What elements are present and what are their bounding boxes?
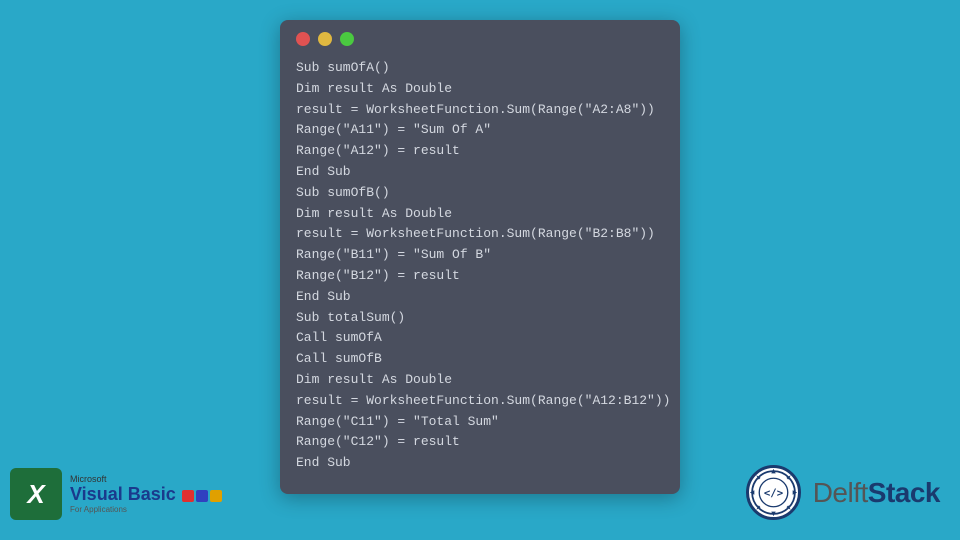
code-window: Sub sumOfA() Dim result As Double result…	[280, 20, 680, 494]
vba-label: Visual Basic	[70, 484, 176, 505]
minimize-dot[interactable]	[318, 32, 332, 46]
excel-letter: X	[27, 479, 44, 510]
ms-label: Microsoft	[70, 474, 107, 484]
delft-text: DelftStack	[813, 479, 940, 507]
svg-text:</>: </>	[764, 487, 783, 500]
for-apps-label: For Applications	[70, 505, 127, 514]
close-dot[interactable]	[296, 32, 310, 46]
delft-logo-circle: </>	[746, 465, 801, 520]
code-block: Sub sumOfA() Dim result As Double result…	[280, 58, 680, 494]
delftstack-logo: </> DelftStack	[746, 465, 940, 520]
excel-icon: X	[10, 468, 62, 520]
excel-vba-logo: X Microsoft Visual Basic For Application…	[10, 468, 222, 520]
cube-blue	[196, 490, 208, 502]
vba-cubes	[182, 490, 222, 502]
cube-red	[182, 490, 194, 502]
maximize-dot[interactable]	[340, 32, 354, 46]
cube-yellow	[210, 490, 222, 502]
title-bar	[280, 20, 680, 58]
vba-logo: Microsoft Visual Basic For Applications	[70, 474, 222, 514]
delft-brand-name: DelftStack	[813, 479, 940, 507]
delft-spikes-svg: </>	[749, 468, 798, 517]
